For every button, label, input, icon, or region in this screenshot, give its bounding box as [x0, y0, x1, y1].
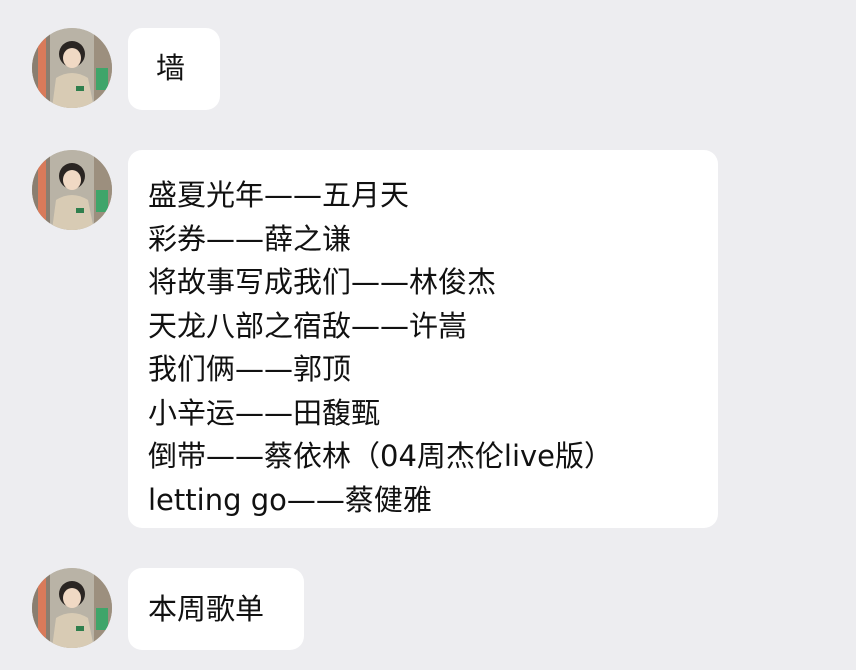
- avatar-illustration-icon: [32, 568, 112, 648]
- message-text: 本周歌单: [148, 592, 265, 626]
- avatar-illustration-icon: [32, 150, 112, 230]
- chat-message: 墙: [32, 28, 220, 110]
- message-bubble[interactable]: 本周歌单: [128, 568, 304, 650]
- message-bubble[interactable]: 墙: [128, 28, 220, 110]
- song-line: 盛夏光年——五月天: [148, 178, 410, 212]
- song-line: 将故事写成我们——林俊杰: [148, 265, 497, 299]
- message-bubble[interactable]: 盛夏光年——五月天 彩券——薛之谦 将故事写成我们——林俊杰 天龙八部之宿敌——…: [128, 150, 718, 528]
- chat-message-list: 墙 盛夏光年——五月天 彩券——薛之谦 将故事写成我们——林俊杰 天龙八部之宿敌…: [0, 0, 856, 670]
- avatar-illustration-icon: [32, 28, 112, 108]
- song-line: letting go——蔡健雅: [148, 482, 432, 517]
- avatar[interactable]: [32, 568, 112, 648]
- song-line: 我们俩——郭顶: [148, 352, 352, 386]
- avatar[interactable]: [32, 28, 112, 108]
- song-line: 天龙八部之宿敌——许嵩: [148, 308, 468, 343]
- chat-message: 盛夏光年——五月天 彩券——薛之谦 将故事写成我们——林俊杰 天龙八部之宿敌——…: [32, 150, 718, 528]
- avatar[interactable]: [32, 150, 112, 230]
- chat-message: 本周歌单: [32, 568, 304, 650]
- song-line: 彩券——薛之谦: [148, 221, 352, 256]
- song-line: 倒带——蔡依林（04周杰伦live版）: [148, 439, 614, 473]
- song-line: 小辛运——田馥甄: [148, 395, 381, 430]
- message-text: 墙: [156, 51, 186, 85]
